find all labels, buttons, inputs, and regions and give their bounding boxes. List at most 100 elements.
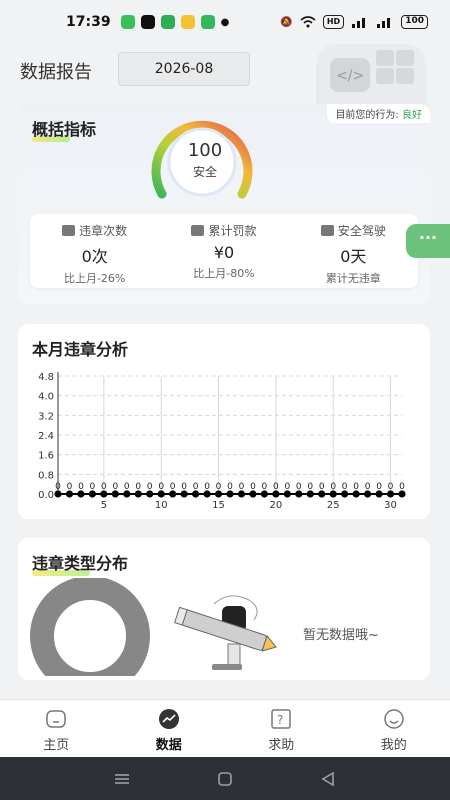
y-tick-label: 0.8: [38, 470, 54, 481]
data-label: 0: [273, 482, 279, 492]
data-label: 0: [330, 482, 336, 492]
car-icon: [62, 225, 76, 236]
type-donut-chart: [30, 578, 150, 676]
metric-sub: 累计无违章: [325, 272, 381, 285]
data-label: 0: [250, 482, 256, 492]
hd-badge: HD: [322, 15, 345, 29]
taobao-icon: [180, 15, 195, 29]
shield-app-icon: [160, 15, 175, 29]
svg-text:</>: </>: [336, 68, 364, 84]
data-label: 0: [67, 482, 73, 492]
empty-state-text: 暂无数据哦~: [303, 628, 379, 643]
distribution-title: 违章类型分布: [32, 550, 128, 576]
tab-data[interactable]: 数据: [113, 700, 226, 757]
more-options-button[interactable]: ···: [406, 224, 450, 258]
data-label: 0: [193, 482, 199, 492]
wifi-icon: [300, 16, 316, 28]
metric-fines: 累计罚款 ¥0 比上月-80%: [159, 214, 288, 288]
data-label: 0: [124, 482, 130, 492]
fine-icon: [191, 225, 205, 236]
data-label: 0: [239, 482, 245, 492]
behavior-status: 目前您的行为: 良好: [327, 104, 430, 123]
behavior-value: 良好: [402, 110, 422, 121]
x-tick-label: 10: [155, 500, 168, 511]
tab-profile[interactable]: 我的: [338, 700, 450, 757]
tab-label: 数据: [155, 738, 182, 753]
data-label: 0: [112, 482, 118, 492]
tab-home[interactable]: 主页: [0, 700, 113, 757]
status-time: 17:39: [66, 14, 111, 30]
data-label: 0: [147, 482, 153, 492]
tab-label: 我的: [380, 738, 407, 753]
metric-value: 0天: [340, 247, 367, 266]
metrics-panel: 违章次数 0次 比上月-26% 累计罚款 ¥0 比上月-80% 安全驾驶 0天 …: [30, 214, 418, 288]
metric-value: ¥0: [213, 243, 235, 262]
data-label: 0: [353, 482, 359, 492]
data-label: 0: [90, 482, 96, 492]
data-label: 0: [78, 482, 84, 492]
metric-sub: 比上月-26%: [63, 272, 126, 285]
data-label: 0: [55, 482, 61, 492]
monthly-title: 本月违章分析: [32, 340, 129, 359]
y-tick-label: 1.6: [38, 451, 54, 462]
y-tick-label: 4.0: [38, 392, 54, 403]
data-label: 0: [388, 482, 394, 492]
x-tick-label: 15: [212, 500, 225, 511]
battery-indicator: 100: [401, 15, 428, 29]
overview-title: 概括指标: [32, 116, 96, 142]
signal-icon: [352, 18, 366, 28]
help-icon: ?: [271, 709, 291, 729]
data-label: 0: [216, 482, 222, 492]
more-dot-icon: ●: [220, 16, 230, 28]
monthly-analysis-card: 本月违章分析 0.0 0.8 1.6 2.4 3.2 4.0 4.8 5 10 15 20 25 30 0…: [18, 324, 430, 519]
overview-card: 概括指标 目前您的行为: 良好 100 安全 违章次数 0次 比上月-26% 累…: [18, 104, 430, 304]
data-label: 0: [365, 482, 371, 492]
home-square-icon[interactable]: [217, 771, 233, 787]
profile-icon: [384, 709, 404, 729]
phone-app-icon: [200, 15, 215, 29]
back-icon[interactable]: [320, 771, 336, 787]
metric-value: 0次: [81, 247, 108, 266]
data-label: 0: [342, 482, 348, 492]
x-tick-label: 25: [327, 500, 340, 511]
y-tick-label: 0.0: [38, 490, 54, 501]
y-tick-label: 4.8: [38, 372, 54, 383]
safety-label: 安全: [192, 165, 217, 179]
data-label: 0: [135, 482, 141, 492]
page-title: 数据报告: [20, 62, 92, 83]
home-icon: [46, 710, 66, 728]
data-label: 0: [262, 482, 268, 492]
safe-drive-icon: [320, 225, 334, 236]
x-tick-label: 5: [101, 500, 107, 511]
data-label: 0: [319, 482, 325, 492]
data-label: 0: [227, 482, 233, 492]
data-label: 0: [101, 482, 107, 492]
x-tick-label: 30: [384, 500, 397, 511]
data-label: 0: [376, 482, 382, 492]
mute-icon: 🔕: [280, 16, 293, 28]
tab-label: 主页: [43, 738, 70, 753]
y-tick-label: 2.4: [38, 431, 54, 442]
tab-help[interactable]: ? 求助: [225, 700, 338, 757]
data-label: 0: [307, 482, 313, 492]
x-tick-label: 20: [269, 500, 282, 511]
empty-illustration: [174, 595, 277, 670]
metric-violations: 违章次数 0次 比上月-26%: [30, 214, 159, 288]
signal-icon-2: [377, 18, 391, 28]
y-tick-label: 3.2: [38, 411, 54, 422]
data-label: 0: [296, 482, 302, 492]
data-icon: [158, 709, 179, 729]
svg-text:?: ?: [277, 713, 283, 727]
metric-safe-days: 安全驾驶 0天 累计无违章: [289, 214, 418, 288]
data-label: 0: [399, 482, 405, 492]
menu-icon[interactable]: [114, 772, 130, 786]
data-label: 0: [204, 482, 210, 492]
bottom-tab-bar: 主页 数据 ? 求助 我的: [0, 699, 450, 757]
metric-sub: 比上月-80%: [193, 267, 255, 280]
tab-label: 求助: [268, 738, 295, 753]
month-selector[interactable]: 2026-08: [118, 52, 250, 86]
data-label: 0: [284, 482, 290, 492]
data-label: 0: [158, 482, 164, 492]
gauge-center: 100 安全: [160, 134, 250, 196]
violations-line-chart: 0.00.81.62.43.24.04.85 10 15 20 25 300 0 0 0 0 0 0 0…: [38, 372, 406, 511]
